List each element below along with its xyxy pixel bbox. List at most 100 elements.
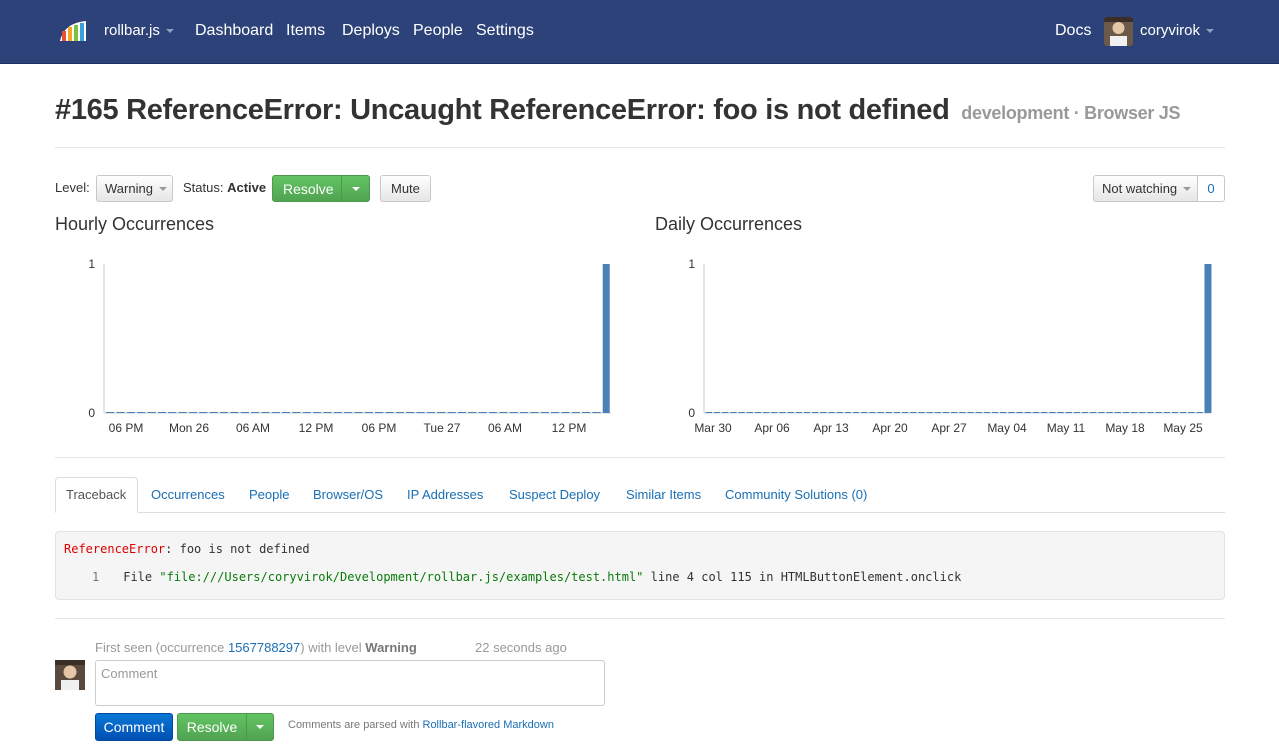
chart-bar: [530, 412, 539, 413]
chart-bar: [540, 412, 549, 413]
nav-people[interactable]: People: [413, 22, 463, 40]
nav-docs[interactable]: Docs: [1055, 22, 1091, 40]
chart-bar: [852, 412, 860, 413]
chart-bar: [1155, 412, 1162, 413]
tab-traceback[interactable]: Traceback: [55, 477, 138, 513]
chart-bar: [1081, 412, 1089, 413]
username: coryvirok: [1140, 22, 1201, 39]
frame-filename: "file:///Users/coryvirok/Development/rol…: [159, 570, 644, 584]
x-tick-label: 06 PM: [362, 421, 397, 435]
chart-bar: [209, 412, 218, 413]
nav-settings[interactable]: Settings: [476, 22, 534, 40]
avatar[interactable]: [1104, 17, 1133, 46]
project-switcher[interactable]: rollbar.js: [104, 22, 174, 39]
status-value: Active: [227, 180, 267, 195]
divider: [55, 457, 1225, 458]
user-menu[interactable]: coryvirok: [1140, 22, 1215, 39]
chart-bar: [893, 412, 901, 413]
status-label: Status: Active: [183, 180, 266, 195]
resolve-dropdown-button[interactable]: [341, 175, 370, 202]
chart-bar: [869, 412, 876, 413]
chart-bar: [188, 412, 198, 413]
chart-bar: [219, 412, 229, 413]
chart-bar: [844, 412, 852, 413]
chart-bar: [811, 412, 819, 413]
first-seen-mid: ) with level: [300, 640, 366, 655]
item-subtitle: development · Browser JS: [961, 103, 1180, 123]
chart-bar: [1049, 412, 1056, 413]
watcher-count[interactable]: 0: [1197, 175, 1225, 202]
tab-ip-addresses[interactable]: IP Addresses: [407, 487, 483, 502]
chart-bar: [787, 412, 794, 413]
chart-bar: [861, 412, 868, 413]
rollbar-logo-icon[interactable]: [58, 19, 88, 43]
tab-occurrences[interactable]: Occurrences: [151, 487, 225, 502]
occurrence-link[interactable]: 1567788297: [228, 640, 300, 655]
y-tick-label: 0: [88, 406, 95, 420]
level-label: Level:: [55, 180, 90, 195]
chart-bar: [426, 412, 436, 413]
chart-bar: [1016, 412, 1023, 413]
comment-submit-button[interactable]: Comment: [95, 713, 173, 741]
x-tick-label: May 04: [987, 421, 1027, 435]
chart-bar: [178, 412, 187, 413]
chart-bar: [934, 412, 942, 413]
chevron-down-icon: [352, 186, 360, 191]
chart-bar: [499, 412, 508, 413]
tab-browser-os[interactable]: Browser/OS: [313, 487, 383, 502]
comment-resolve-button[interactable]: Resolve: [177, 713, 247, 741]
chart-bar: [157, 412, 167, 413]
chart-bar: [385, 412, 394, 413]
first-seen-level: Warning: [365, 640, 417, 655]
chart-bar: [519, 412, 529, 413]
chart-bar: [509, 412, 518, 413]
status-label-text: Status:: [183, 180, 224, 195]
chart-bar: [281, 412, 291, 413]
tab-label: Traceback: [66, 487, 127, 502]
tab-people[interactable]: People: [249, 487, 289, 502]
chart-bar: [803, 412, 811, 413]
chart-bar: [779, 412, 786, 413]
comment-resolve-dropdown[interactable]: [246, 713, 274, 741]
exception-message: : foo is not defined: [165, 542, 310, 556]
chart-bar: [1188, 412, 1195, 413]
chart-bar: [1089, 412, 1097, 413]
chart-bar: [705, 412, 713, 413]
chart-bar: [885, 412, 893, 413]
comment-textarea[interactable]: Comment: [95, 660, 605, 706]
frame-prefix: File: [123, 570, 160, 584]
nav-deploys[interactable]: Deploys: [342, 22, 400, 40]
resolve-button[interactable]: Resolve: [272, 175, 342, 202]
x-tick-label: 06 AM: [488, 421, 522, 435]
chart-bar: [406, 412, 415, 413]
chart-bar: [1065, 412, 1072, 413]
x-tick-label: Apr 27: [931, 421, 967, 435]
chart-bar: [1114, 412, 1122, 413]
tab-community-solutions[interactable]: Community Solutions (0): [725, 487, 867, 502]
divider: [55, 147, 1225, 148]
nav-items[interactable]: Items: [286, 22, 325, 40]
chart-bar: [828, 412, 835, 413]
chart-bar: [323, 412, 332, 413]
chevron-down-icon: [1206, 29, 1215, 34]
daily-chart-title: Daily Occurrences: [655, 214, 803, 234]
chart-bar: [137, 412, 146, 413]
x-tick-label: Apr 06: [754, 421, 790, 435]
chart-bar: [713, 412, 721, 413]
chart-bar: [602, 264, 610, 413]
chart-bar: [230, 412, 239, 413]
mute-button[interactable]: Mute: [380, 175, 431, 202]
markdown-help-link[interactable]: Rollbar-flavored Markdown: [423, 719, 554, 731]
level-dropdown[interactable]: Warning: [96, 175, 173, 202]
daily-occurrences-chart: 0 1 Mar 30 Apr 06 Apr 13 Apr 20 Apr 27 May 04 Ma…: [688, 257, 1212, 435]
nav-dashboard[interactable]: Dashboard: [195, 22, 273, 40]
chart-bar: [918, 412, 925, 413]
tab-suspect-deploy[interactable]: Suspect Deploy: [509, 487, 600, 502]
first-seen-info: First seen (occurrence 1567788297) with …: [95, 640, 417, 655]
tab-similar-items[interactable]: Similar Items: [626, 487, 701, 502]
watch-dropdown[interactable]: Not watching: [1093, 175, 1198, 202]
stack-frame: 1 File "file:///Users/coryvirok/Developme…: [92, 570, 961, 584]
chart-bar: [302, 412, 311, 413]
chart-bar: [1139, 412, 1146, 413]
x-tick-label: May 18: [1105, 421, 1145, 435]
